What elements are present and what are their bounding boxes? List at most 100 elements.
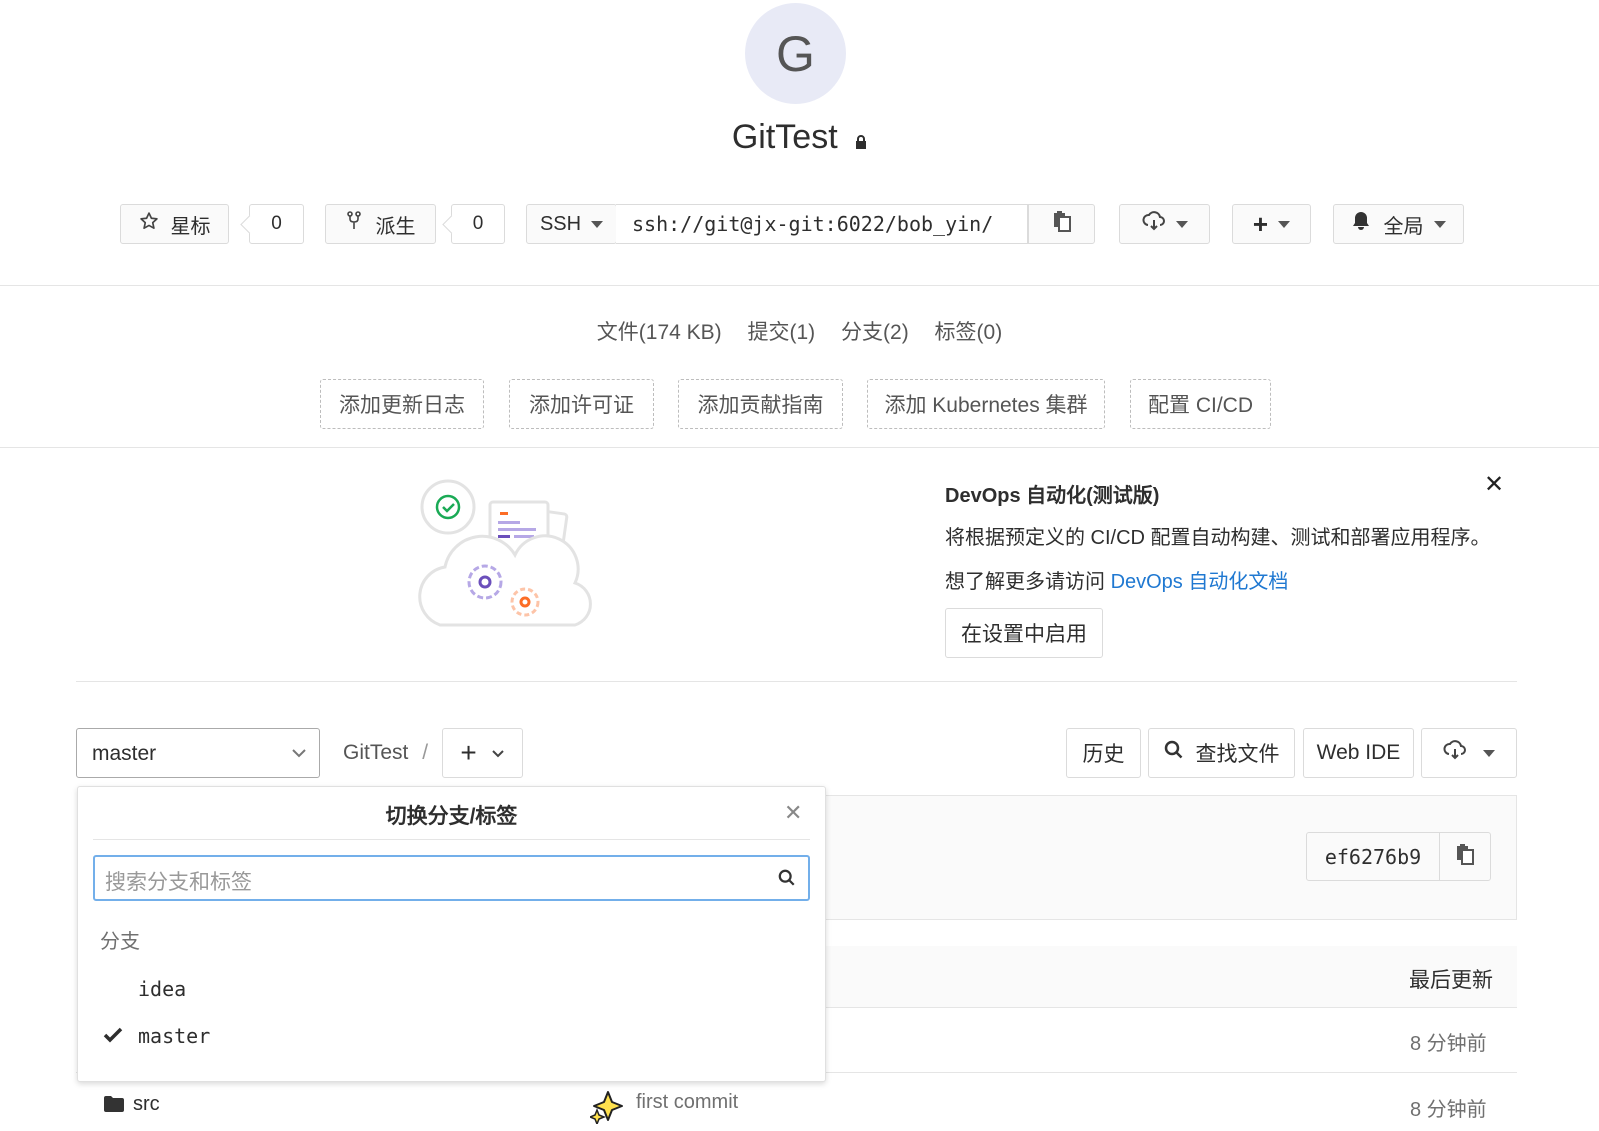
branch-item-label: idea	[138, 977, 187, 1001]
star-count-value: 0	[271, 213, 282, 234]
branch-dropdown: 切换分支/标签 ✕ 搜索分支和标签 分支 idea master	[77, 786, 826, 1082]
add-contributing-label: 添加贡献指南	[697, 394, 824, 417]
branch-item-label: master	[138, 1024, 211, 1048]
commit-sha[interactable]: ef6276b9	[1306, 832, 1440, 881]
file-row-updated: 8 分钟前	[1410, 1099, 1487, 1121]
dropdown-divider	[93, 839, 810, 840]
notification-button[interactable]: 全局	[1333, 204, 1464, 244]
branch-dropdown-title: 切换分支/标签	[385, 805, 518, 828]
web-ide-button[interactable]: Web IDE	[1303, 728, 1414, 778]
chevron-down-icon	[1278, 220, 1291, 228]
clone-protocol-label: SSH	[539, 212, 582, 235]
cloud-download-icon	[1141, 211, 1166, 237]
stat-files[interactable]: 文件(174 KB)	[597, 321, 722, 344]
devops-learn-more-prefix: 想了解更多请访问	[945, 571, 1111, 593]
branch-select-value: master	[92, 742, 157, 765]
enable-in-settings-label: 在设置中启用	[961, 623, 1087, 646]
clone-url-value: ssh://git@jx-git:6022/bob_yin/	[632, 212, 994, 236]
add-to-tree-button[interactable]: +	[442, 728, 523, 778]
fork-label: 派生	[375, 215, 416, 238]
web-ide-label: Web IDE	[1316, 741, 1401, 764]
chevron-down-icon	[591, 220, 604, 228]
chevron-down-icon	[1175, 220, 1188, 228]
devops-description: 将根据预定义的 CI/CD 配置自动构建、测试和部署应用程序。	[945, 527, 1491, 549]
star-count[interactable]: 0	[249, 204, 304, 244]
devops-learn-more: 想了解更多请访问 DevOps 自动化文档	[945, 565, 1288, 594]
chevron-down-icon	[1483, 749, 1495, 757]
file-table-header: 最后更新	[826, 946, 1517, 1008]
star-label: 星标	[170, 215, 211, 238]
add-contributing-button[interactable]: 添加贡献指南	[678, 379, 843, 429]
folder-icon	[104, 1096, 124, 1117]
stat-tags[interactable]: 标签(0)	[935, 321, 1003, 344]
search-icon	[1164, 740, 1184, 766]
project-title: GitTest	[0, 118, 1599, 159]
bell-icon	[1352, 211, 1370, 237]
search-icon	[778, 869, 796, 892]
branch-section-label: 分支	[100, 931, 140, 953]
copy-clone-url-button[interactable]	[1028, 204, 1095, 244]
find-file-label: 查找文件	[1195, 743, 1280, 766]
commit-sha-value: ef6276b9	[1324, 844, 1422, 869]
add-new-button[interactable]: +	[1232, 204, 1311, 244]
add-license-label: 添加许可证	[529, 394, 634, 417]
close-icon[interactable]: ✕	[784, 800, 802, 826]
divider	[0, 447, 1599, 448]
copy-sha-button[interactable]	[1439, 832, 1491, 881]
repo-download-button[interactable]	[1421, 728, 1517, 778]
notification-label: 全局	[1383, 215, 1424, 238]
branch-item-idea[interactable]: idea	[78, 967, 825, 1013]
divider	[0, 285, 1599, 286]
breadcrumb: GitTest /	[343, 741, 428, 765]
project-name: GitTest	[731, 118, 838, 156]
close-icon[interactable]: ✕	[1484, 470, 1504, 499]
branch-item-master[interactable]: master	[78, 1014, 825, 1060]
divider	[76, 681, 1517, 682]
setup-cicd-button[interactable]: 配置 CI/CD	[1130, 379, 1271, 429]
add-kubernetes-label: 添加 Kubernetes 集群	[884, 394, 1088, 417]
avatar-letter: G	[776, 25, 815, 82]
stat-branches[interactable]: 分支(2)	[841, 321, 909, 344]
clone-protocol-select[interactable]: SSH	[526, 204, 617, 244]
add-kubernetes-button[interactable]: 添加 Kubernetes 集群	[867, 379, 1105, 429]
history-label: 历史	[1082, 743, 1125, 766]
stat-commits[interactable]: 提交(1)	[748, 321, 816, 344]
devops-illustration	[415, 475, 595, 655]
breadcrumb-project[interactable]: GitTest	[343, 741, 408, 764]
project-avatar: G	[745, 3, 846, 104]
add-changelog-button[interactable]: 添加更新日志	[320, 379, 484, 429]
branch-search-input[interactable]: 搜索分支和标签	[93, 855, 810, 901]
copy-icon	[1052, 210, 1072, 238]
history-button[interactable]: 历史	[1066, 728, 1141, 778]
fork-button[interactable]: 派生	[325, 204, 436, 244]
check-icon	[103, 1027, 123, 1047]
branch-search-placeholder: 搜索分支和标签	[105, 871, 252, 894]
sparkles-icon	[587, 1090, 626, 1129]
plus-icon: +	[460, 737, 477, 768]
file-row-name[interactable]: src	[133, 1093, 160, 1116]
chevron-down-icon	[291, 746, 307, 764]
star-button[interactable]: 星标	[120, 204, 229, 244]
plus-icon: +	[1252, 209, 1269, 239]
devops-docs-link[interactable]: DevOps 自动化文档	[1111, 571, 1289, 593]
add-license-button[interactable]: 添加许可证	[509, 379, 654, 429]
cloud-download-icon	[1443, 740, 1467, 766]
fork-icon	[346, 211, 362, 237]
file-row-commit-message[interactable]: first commit	[636, 1091, 738, 1114]
star-icon	[139, 211, 159, 237]
fork-count-value: 0	[472, 213, 484, 234]
lock-icon	[855, 120, 867, 159]
download-button[interactable]	[1119, 204, 1210, 244]
copy-icon	[1455, 843, 1475, 871]
project-stats: 文件(174 KB) 提交(1) 分支(2) 标签(0)	[0, 316, 1599, 346]
setup-cicd-label: 配置 CI/CD	[1148, 394, 1253, 417]
find-file-button[interactable]: 查找文件	[1148, 728, 1295, 778]
branch-select[interactable]: master	[76, 728, 320, 778]
chevron-down-icon	[1433, 220, 1446, 228]
clone-url-input[interactable]: ssh://git@jx-git:6022/bob_yin/	[616, 204, 1028, 244]
chevron-down-icon	[491, 742, 505, 765]
file-row-updated: 8 分钟前	[1410, 1033, 1487, 1055]
enable-in-settings-button[interactable]: 在设置中启用	[945, 608, 1103, 658]
breadcrumb-separator: /	[422, 741, 429, 764]
fork-count[interactable]: 0	[451, 204, 505, 244]
